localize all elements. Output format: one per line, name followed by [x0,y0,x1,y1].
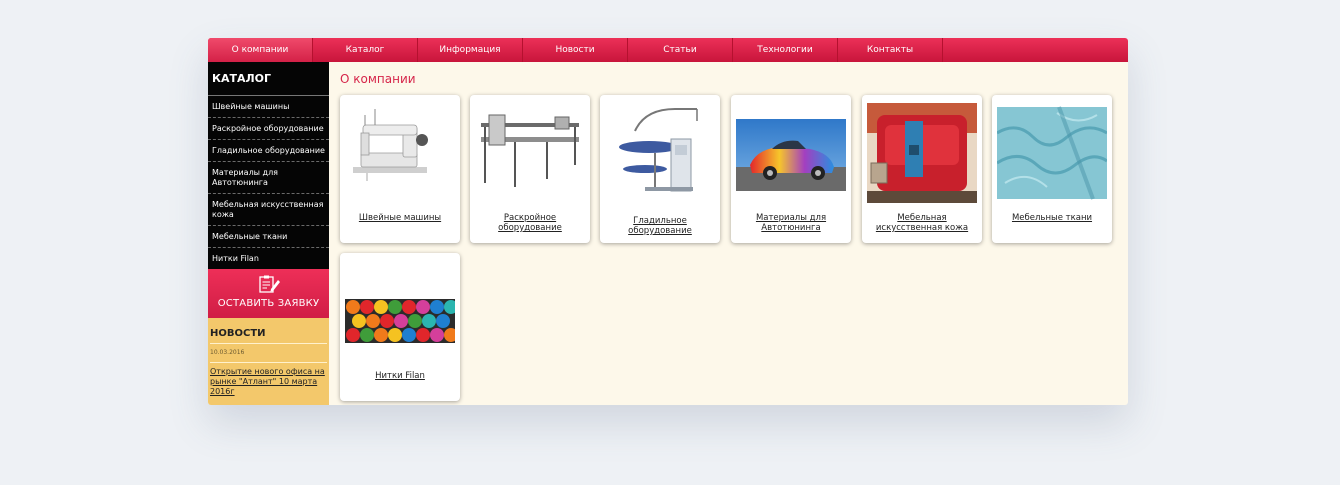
product-card-label: Раскройное оборудование [498,213,562,233]
news-link[interactable]: Открытие нового офиса на рынке "Атлант" … [210,363,327,397]
product-card-cutting-equipment[interactable]: Раскройное оборудование [470,95,590,243]
catalog-item-autotuning-materials[interactable]: Материалы для Автотюнинга [208,162,329,194]
catalog-item-sewing-machines[interactable]: Швейные машины [208,96,329,118]
product-card-label: Мебельные ткани [1011,213,1093,223]
product-card-label: Материалы для Автотюнинга [755,213,827,233]
nav-item-catalog[interactable]: Каталог [313,38,418,62]
nav-item-technologies[interactable]: Технологии [733,38,838,62]
catalog-item-furniture-leather[interactable]: Мебельная искусственная кожа [208,194,329,226]
product-card-ironing-equipment[interactable]: Гладильное оборудование [600,95,720,243]
product-card-furniture-fabrics[interactable]: Мебельные ткани [992,95,1112,243]
nav-item-information[interactable]: Информация [418,38,523,62]
page-title: О компании [340,72,416,86]
nav-item-articles[interactable]: Статьи [628,38,733,62]
tuned-car-image [736,119,846,191]
product-card-filan-threads[interactable]: Нитки Filan [340,253,460,401]
nav-item-contacts[interactable]: Контакты [838,38,943,62]
catalog-item-furniture-fabrics[interactable]: Мебельные ткани [208,226,329,248]
catalog-item-ironing-equipment[interactable]: Гладильное оборудование [208,140,329,162]
catalog-title: КАТАЛОГ [208,62,329,96]
news-title: НОВОСТИ [210,318,327,344]
ironing-table-image [619,108,698,192]
nav-item-about[interactable]: О компании [208,38,313,62]
sidebar: КАТАЛОГ Швейные машины Раскройное оборуд… [208,62,329,405]
sewing-machine-image [353,109,428,181]
leave-request-button[interactable]: ОСТАВИТЬ ЗАЯВКУ [208,269,329,318]
news-block: НОВОСТИ 10.03.2016 Открытие нового офиса… [208,318,329,405]
thread-spools-image [345,299,455,343]
product-card-furniture-leather[interactable]: Мебельная искусственная кожа [862,95,982,243]
product-card-autotuning-materials[interactable]: Материалы для Автотюнинга [731,95,851,243]
clipboard-pencil-icon [258,275,280,293]
site-window: О компании Каталог Информация Новости Ст… [208,38,1128,405]
leather-chair-image [867,103,977,203]
cutting-table-image [481,114,579,187]
catalog-item-cutting-equipment[interactable]: Раскройное оборудование [208,118,329,140]
top-navigation: О компании Каталог Информация Новости Ст… [208,38,1128,62]
leave-request-label: ОСТАВИТЬ ЗАЯВКУ [217,298,320,309]
catalog-item-filan-threads[interactable]: Нитки Filan [208,248,329,269]
nav-item-news[interactable]: Новости [523,38,628,62]
fabric-texture-image [997,106,1107,200]
product-card-label: Швейные машины [358,213,442,223]
product-card-label: Гладильное оборудование [628,216,692,236]
product-card-label: Мебельная искусственная кожа [875,213,969,233]
catalog-menu: КАТАЛОГ Швейные машины Раскройное оборуд… [208,62,329,269]
news-date: 10.03.2016 [210,344,327,363]
main-content: О компании Швейные машины Раскройное обо… [329,62,1128,405]
product-card-sewing-machines[interactable]: Швейные машины [340,95,460,243]
product-card-label: Нитки Filan [375,371,425,381]
